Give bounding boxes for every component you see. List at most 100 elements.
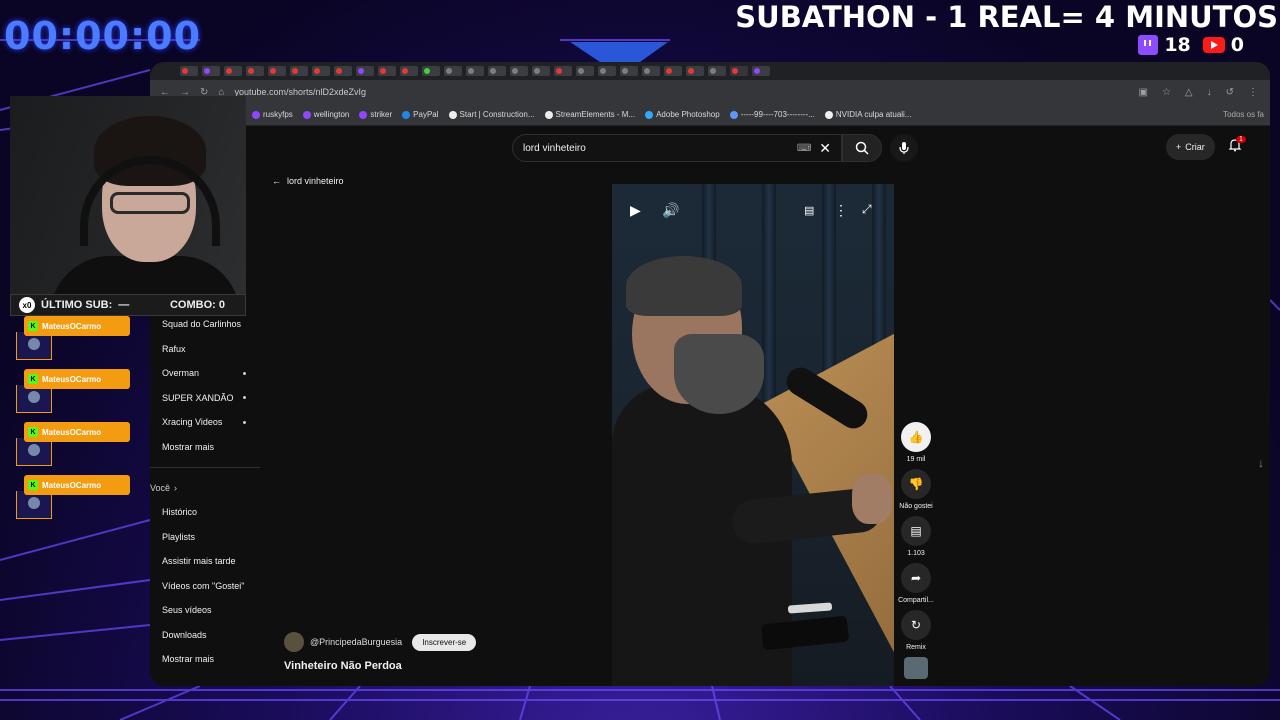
captions-icon[interactable]: ▤	[804, 204, 814, 217]
browser-tab[interactable]	[378, 66, 396, 76]
sidebar-item-watch-later[interactable]: Assistir mais tarde	[150, 549, 260, 574]
twitch-count: 18	[1164, 34, 1191, 56]
sidebar-item-liked[interactable]: Vídeos com "Gostei"	[150, 574, 260, 599]
bookmark[interactable]: -----99----703--------...	[729, 110, 815, 119]
url-field[interactable]: youtube.com/shorts/nlD2xdeZvIg	[234, 87, 366, 97]
keyboard-icon[interactable]: ⌨	[797, 143, 811, 154]
browser-tab[interactable]	[510, 66, 528, 76]
browser-tab[interactable]	[334, 66, 352, 76]
like-count: 19 mil	[906, 456, 926, 463]
browser-tab[interactable]	[554, 66, 572, 76]
bookmark[interactable]: PayPal	[402, 110, 439, 119]
menu-icon[interactable]: ⋮	[1248, 87, 1258, 98]
browser-tab[interactable]	[356, 66, 374, 76]
sidebar-channel[interactable]: SUPER XANDÃO	[150, 386, 260, 411]
youtube-counter: 0	[1202, 34, 1244, 56]
bookmark[interactable]: striker	[359, 110, 392, 119]
like-action: 👍 19 mil	[898, 422, 934, 463]
remix-button[interactable]: ↻	[901, 610, 931, 640]
creator-avatar[interactable]	[284, 632, 304, 652]
sidebar-channel[interactable]: Rafux	[150, 337, 260, 362]
sidebar-item-downloads[interactable]: Downloads	[150, 623, 260, 648]
bookmark[interactable]: Start | Construction...	[448, 110, 535, 119]
sidebar-channel[interactable]: Xracing Videos	[150, 410, 260, 435]
last-sub-label: ÚLTIMO SUB:	[41, 299, 113, 311]
sound-thumbnail[interactable]	[904, 657, 928, 679]
browser-tab[interactable]	[312, 66, 330, 76]
browser-tab[interactable]	[202, 66, 220, 76]
comments-button[interactable]: ▤	[901, 516, 931, 546]
bookmark[interactable]: StreamElements - M...	[544, 110, 635, 119]
bookmark[interactable]: Adobe Photoshop	[645, 110, 720, 119]
subscribe-button[interactable]: Inscrever-se	[412, 633, 477, 651]
browser-tab[interactable]	[686, 66, 704, 76]
fullscreen-icon[interactable]: ⤢	[862, 202, 872, 217]
browser-tab[interactable]	[752, 66, 770, 76]
browser-tab[interactable]	[664, 66, 682, 76]
address-bar: ← → ↻ ⌂ youtube.com/shorts/nlD2xdeZvIg ▣…	[150, 80, 1270, 104]
sidebar-item-history[interactable]: Histórico	[150, 500, 260, 525]
browser-tab[interactable]	[290, 66, 308, 76]
creator-handle[interactable]: @PrincipedaBurguesia	[310, 637, 402, 647]
chat-emote	[28, 391, 40, 403]
extensions-icon[interactable]: △	[1185, 87, 1193, 98]
comments-count: 1.103	[907, 550, 925, 557]
next-short-arrow-icon[interactable]: ↓	[1258, 456, 1264, 470]
browser-tab[interactable]	[532, 66, 550, 76]
browser-tab-active[interactable]	[730, 66, 748, 76]
back-to-search[interactable]: ← lord vinheteiro	[272, 176, 344, 186]
browser-tab[interactable]	[422, 66, 440, 76]
clear-search-icon[interactable]: ✕	[819, 140, 831, 157]
download-icon[interactable]: ↓	[1207, 87, 1212, 98]
browser-tab[interactable]	[400, 66, 418, 76]
short-video-player[interactable]: ▶ 🔊 ▤ ⋮ ⤢	[612, 184, 894, 686]
browser-tab[interactable]	[246, 66, 264, 76]
share-button[interactable]: ➦	[901, 563, 931, 593]
volume-icon[interactable]: 🔊	[662, 202, 679, 219]
search-input[interactable]: lord vinheteiro ⌨ ✕	[512, 134, 842, 162]
browser-tab[interactable]	[576, 66, 594, 76]
remix-label: Remix	[906, 644, 926, 651]
browser-tab[interactable]	[224, 66, 242, 76]
kick-icon: K	[28, 480, 38, 490]
play-icon[interactable]: ▶	[630, 202, 641, 219]
star-icon[interactable]: ☆	[1162, 87, 1171, 98]
create-button[interactable]: + Criar	[1166, 134, 1215, 160]
sidebar-item-playlists[interactable]: Playlists	[150, 525, 260, 550]
live-dot-icon	[243, 396, 246, 400]
bookmark[interactable]: NVIDIA culpa atuali...	[824, 110, 912, 119]
sidebar-you-header[interactable]: Você ›	[150, 476, 260, 500]
browser-tab[interactable]	[708, 66, 726, 76]
history-icon[interactable]: ↺	[1226, 87, 1234, 98]
search-icon	[855, 141, 869, 155]
sidebar-channel[interactable]: Overman	[150, 361, 260, 386]
browser-tab[interactable]	[444, 66, 462, 76]
install-icon[interactable]: ▣	[1138, 87, 1147, 98]
browser-tab[interactable]	[598, 66, 616, 76]
short-title: Vinheteiro Não Perdoa	[284, 660, 402, 672]
bookmark[interactable]: ruskyfps	[252, 110, 293, 119]
browser-tab[interactable]	[268, 66, 286, 76]
sidebar-item-your-videos[interactable]: Seus vídeos	[150, 598, 260, 623]
sidebar-show-more[interactable]: Mostrar mais	[150, 435, 260, 460]
chat-emote	[28, 444, 40, 456]
dislike-button[interactable]: 👎	[901, 469, 931, 499]
browser-tab[interactable]	[180, 66, 198, 76]
bookmark[interactable]: wellington	[302, 110, 349, 119]
search-button[interactable]	[842, 134, 882, 162]
youtube-header: lord vinheteiro ⌨ ✕ + Criar 1	[150, 126, 1270, 168]
browser-tab[interactable]	[642, 66, 660, 76]
voice-search-button[interactable]	[890, 134, 918, 162]
more-options-icon[interactable]: ⋮	[834, 202, 848, 219]
live-dot-icon	[243, 371, 246, 375]
sidebar-show-more[interactable]: Mostrar mais	[150, 647, 260, 672]
like-button[interactable]: 👍	[901, 422, 931, 452]
remix-action: ↻ Remix	[898, 610, 934, 651]
streamer-glasses	[110, 192, 190, 214]
browser-tab[interactable]	[620, 66, 638, 76]
browser-tab[interactable]	[488, 66, 506, 76]
browser-tab[interactable]	[466, 66, 484, 76]
all-bookmarks[interactable]: Todos os fa	[1223, 110, 1270, 119]
sub-combo-bar: x0 ÚLTIMO SUB: — COMBO: 0	[10, 294, 246, 316]
microphone-icon	[899, 142, 909, 154]
